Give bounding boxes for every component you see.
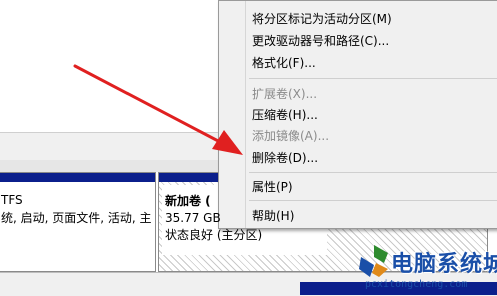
menu-item-change-drive-letter[interactable]: 更改驱动器号和路径(C)... xyxy=(252,33,389,49)
menu-separator xyxy=(249,78,497,79)
watermark-url: pcxitongcheng.com xyxy=(365,279,468,290)
watermark-logo-icon xyxy=(359,245,388,277)
menu-item-add-mirror: 添加镜像(A)... xyxy=(252,129,330,143)
volume-info: 新加卷 ( 35.77 GB 状态良好 (主分区) xyxy=(165,193,262,244)
menu-separator xyxy=(249,172,497,173)
volume-bar xyxy=(0,173,155,182)
volume-size: 35.77 GB xyxy=(165,211,221,225)
volume-fs: TFS xyxy=(1,193,23,207)
menu-item-extend-volume: 扩展卷(X)... xyxy=(252,87,318,101)
menu-item-mark-active[interactable]: 将分区标记为活动分区(M) xyxy=(252,11,392,27)
volume-status: 状态良好 (主分区) xyxy=(165,228,263,242)
volume-status: 统, 启动, 页面文件, 活动, 主 xyxy=(1,211,152,225)
menu-separator xyxy=(249,200,497,201)
menu-item-shrink-volume[interactable]: 压缩卷(H)... xyxy=(252,107,318,123)
watermark-title: 电脑系统城 xyxy=(391,252,497,277)
volume-info: TFS 统, 启动, 页面文件, 活动, 主 xyxy=(1,191,152,227)
volume-system[interactable]: TFS 统, 启动, 页面文件, 活动, 主 xyxy=(0,172,156,272)
menu-item-format[interactable]: 格式化(F)... xyxy=(252,55,316,71)
watermark: 电脑系统城 pcxitongcheng.com xyxy=(335,241,497,295)
menu-item-delete-volume[interactable]: 删除卷(D)... xyxy=(252,150,318,166)
volume-name: 新加卷 ( xyxy=(165,194,211,208)
